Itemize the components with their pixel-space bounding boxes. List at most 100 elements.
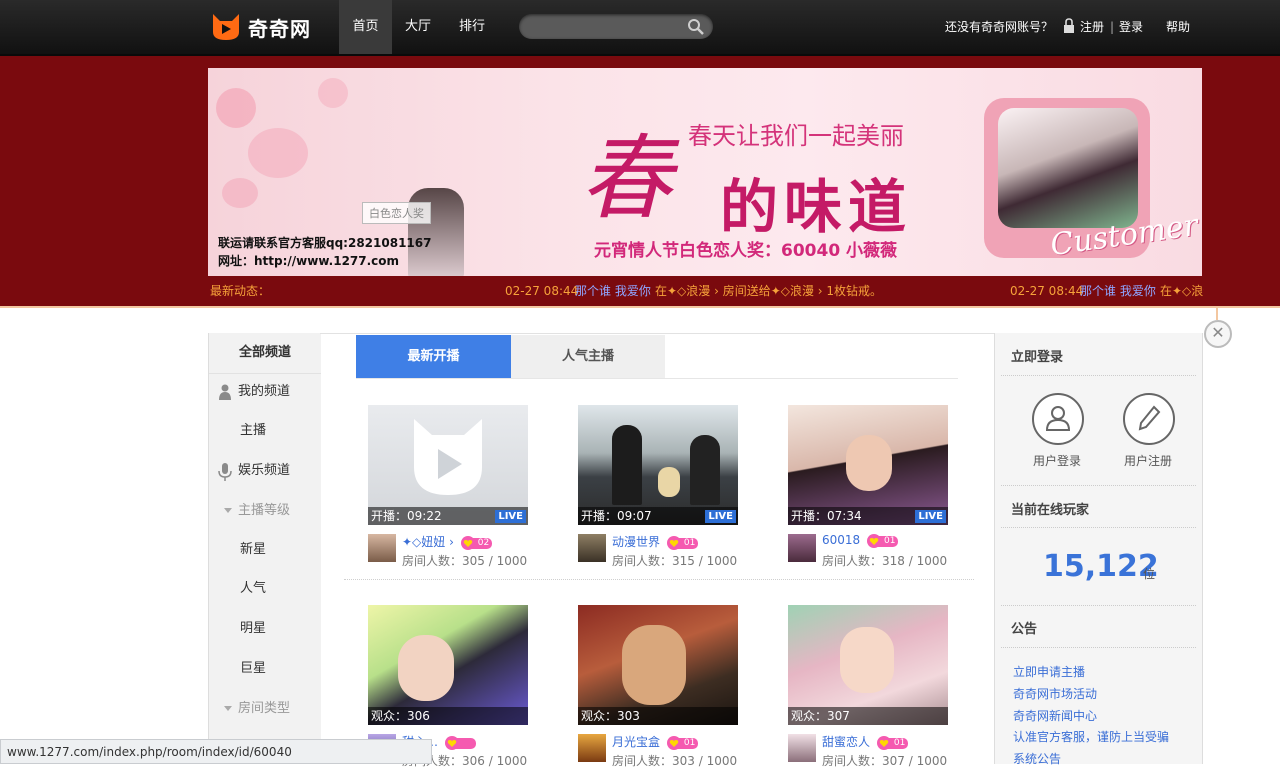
anchor-name[interactable]: 甜蜜恋人: [822, 735, 870, 749]
anchor-name-row: ✦◇妞妞 › 02: [402, 533, 493, 550]
anchor-name-row: 月光宝盒 01: [612, 733, 699, 750]
sidebar-item-label: 主播: [240, 423, 267, 438]
anchor-avatar[interactable]: [788, 534, 816, 562]
level-badge: 01: [876, 735, 909, 750]
anchor-name[interactable]: 动漫世界: [612, 535, 660, 549]
room-card[interactable]: 观众：303 月光宝盒 01 房间人数：303 / 1000: [578, 605, 738, 768]
sidebar-item-popular[interactable]: 人气: [209, 579, 321, 599]
tab-popular-anchors[interactable]: 人气主播: [511, 335, 665, 378]
sidebar-item-superstar[interactable]: 巨星: [209, 659, 321, 679]
panel-divider: [1001, 375, 1196, 376]
search-input[interactable]: [531, 17, 685, 37]
room-card[interactable]: 观众：307 甜蜜恋人 01 房间人数：307 / 1000: [788, 605, 948, 768]
room-card[interactable]: 开播：07:34 LIVE 60018 01 房间人数：318 / 1000: [788, 405, 948, 568]
tab-divider: [356, 378, 958, 379]
help-link[interactable]: 帮助: [1166, 0, 1190, 54]
banner-award: 元宵情人节白色恋人奖：60040 小薇薇: [594, 241, 898, 261]
nav-separator: |: [1110, 20, 1115, 34]
register-link[interactable]: 注册: [1080, 0, 1104, 54]
streamer-face: [846, 435, 892, 491]
panel-divider: [1001, 527, 1196, 528]
anchor-avatar[interactable]: [788, 734, 816, 762]
notice-link[interactable]: 系统公告: [1013, 750, 1061, 767]
user-login-label[interactable]: 用户登录: [1017, 452, 1097, 469]
notice-link[interactable]: 奇奇网市场活动: [1013, 685, 1097, 702]
sidebar-group-room-type[interactable]: 房间类型: [209, 699, 321, 719]
level-number: 02: [477, 537, 490, 548]
site-logo[interactable]: 奇奇网: [210, 11, 311, 43]
row-divider: [344, 579, 974, 580]
sidebar-item-label: 房间类型: [238, 701, 291, 716]
nav-home[interactable]: 首页: [339, 0, 392, 54]
live-badge: LIVE: [705, 510, 736, 523]
no-account-text: 还没有奇奇网账号？: [945, 20, 1054, 34]
room-viewers: 观众：306: [368, 707, 528, 725]
notice-link[interactable]: 奇奇网新闻中心: [1013, 707, 1097, 724]
sidebar-group-anchor-level[interactable]: 主播等级: [209, 501, 321, 521]
sidebar-item-my-channel[interactable]: 我的频道: [209, 382, 321, 402]
banner-divider: [0, 306, 1280, 308]
promo-banner[interactable]: 白色恋人奖 联运请联系官方客服qq:2821081167 网址：http://w…: [208, 68, 1202, 276]
sidebar-item-label: 娱乐频道: [238, 463, 291, 478]
sidebar-item-star[interactable]: 明星: [209, 619, 321, 639]
person-icon: [219, 384, 231, 400]
room-thumbnail[interactable]: 观众：307: [788, 605, 948, 725]
level-badge: 01: [666, 535, 699, 550]
room-card[interactable]: 开播：09:22 LIVE ✦◇妞妞 › 02 房间人数：305 / 1000: [368, 405, 528, 568]
triangle-down-icon: [224, 508, 232, 513]
search-icon[interactable]: [687, 18, 705, 36]
pencil-icon: [1138, 405, 1161, 431]
sidebar-item-label: 人气: [240, 581, 267, 596]
login-link[interactable]: 登录: [1119, 0, 1143, 54]
nav-hall[interactable]: 大厅: [395, 0, 441, 54]
anchor-name-row: 动漫世界 01: [612, 533, 699, 550]
anchor-avatar[interactable]: [368, 534, 396, 562]
live-badge: LIVE: [495, 510, 526, 523]
ticker-user[interactable]: 那个谁 我爱你: [1080, 278, 1156, 304]
room-thumbnail[interactable]: 开播：09:07 LIVE: [578, 405, 738, 525]
sidebar-item-new-star[interactable]: 新星: [209, 540, 321, 560]
anchor-name[interactable]: 60018: [822, 533, 860, 547]
user-register-button[interactable]: [1123, 393, 1175, 445]
close-banner-button[interactable]: ✕: [1204, 320, 1232, 348]
anchor-avatar[interactable]: [578, 534, 606, 562]
anchor-name[interactable]: ✦◇妞妞 ›: [402, 535, 454, 549]
sidebar-item-entertainment[interactable]: 娱乐频道: [209, 461, 321, 481]
room-thumbnail[interactable]: 观众：306: [368, 605, 528, 725]
tab-latest-live[interactable]: 最新开播: [356, 335, 511, 378]
room-thumbnail[interactable]: 开播：07:34 LIVE: [788, 405, 948, 525]
sidebar-item-anchor[interactable]: 主播: [209, 421, 321, 441]
online-count: 15,122: [1043, 549, 1159, 584]
banner-headline-taste: 的味道: [720, 173, 913, 241]
room-thumbnail[interactable]: 开播：09:22 LIVE: [368, 405, 528, 525]
anchor-avatar[interactable]: [578, 734, 606, 762]
anime-character: [612, 425, 642, 505]
user-icon: [1046, 406, 1070, 431]
room-card[interactable]: 开播：09:07 LIVE 动漫世界 01 房间人数：315 / 1000: [578, 405, 738, 568]
banner-contact: 联运请联系官方客服qq:2821081167 网址：http://www.127…: [218, 234, 431, 270]
room-count: 房间人数：318 / 1000: [822, 554, 948, 568]
sidebar-item-label: 主播等级: [238, 503, 291, 518]
top-navbar: 奇奇网 首页 大厅 排行 还没有奇奇网账号？ 注册 | 登录 帮助: [0, 0, 1280, 56]
room-count: 房间人数：305 / 1000: [402, 554, 528, 568]
lock-icon: [1064, 18, 1074, 33]
search-box: [519, 14, 713, 39]
close-stem: [1216, 308, 1218, 320]
notice-link[interactable]: 认准官方客服，谨防上当受骗: [1013, 728, 1169, 745]
ticker-text: 在✦◇浪漫 › 房间送给✦◇浪漫 › 1枚钻戒。: [655, 284, 883, 298]
notice-link[interactable]: 立即申请主播: [1013, 663, 1085, 680]
actor-face: [622, 625, 686, 705]
online-unit: 位: [1143, 567, 1156, 581]
cat-play-placeholder-icon: [414, 419, 482, 495]
room-count: 房间人数：307 / 1000: [822, 754, 948, 768]
user-login-button[interactable]: [1032, 393, 1084, 445]
level-badge: 01: [867, 533, 899, 548]
streamer-face: [398, 635, 454, 701]
triangle-down-icon: [224, 706, 232, 711]
room-thumbnail[interactable]: 观众：303: [578, 605, 738, 725]
anchor-name[interactable]: 月光宝盒: [612, 735, 660, 749]
room-viewers: 观众：303: [578, 707, 738, 725]
ticker-user[interactable]: 那个谁 我爱你: [575, 278, 651, 304]
user-register-label[interactable]: 用户注册: [1108, 452, 1188, 469]
nav-ranking[interactable]: 排行: [448, 0, 496, 54]
